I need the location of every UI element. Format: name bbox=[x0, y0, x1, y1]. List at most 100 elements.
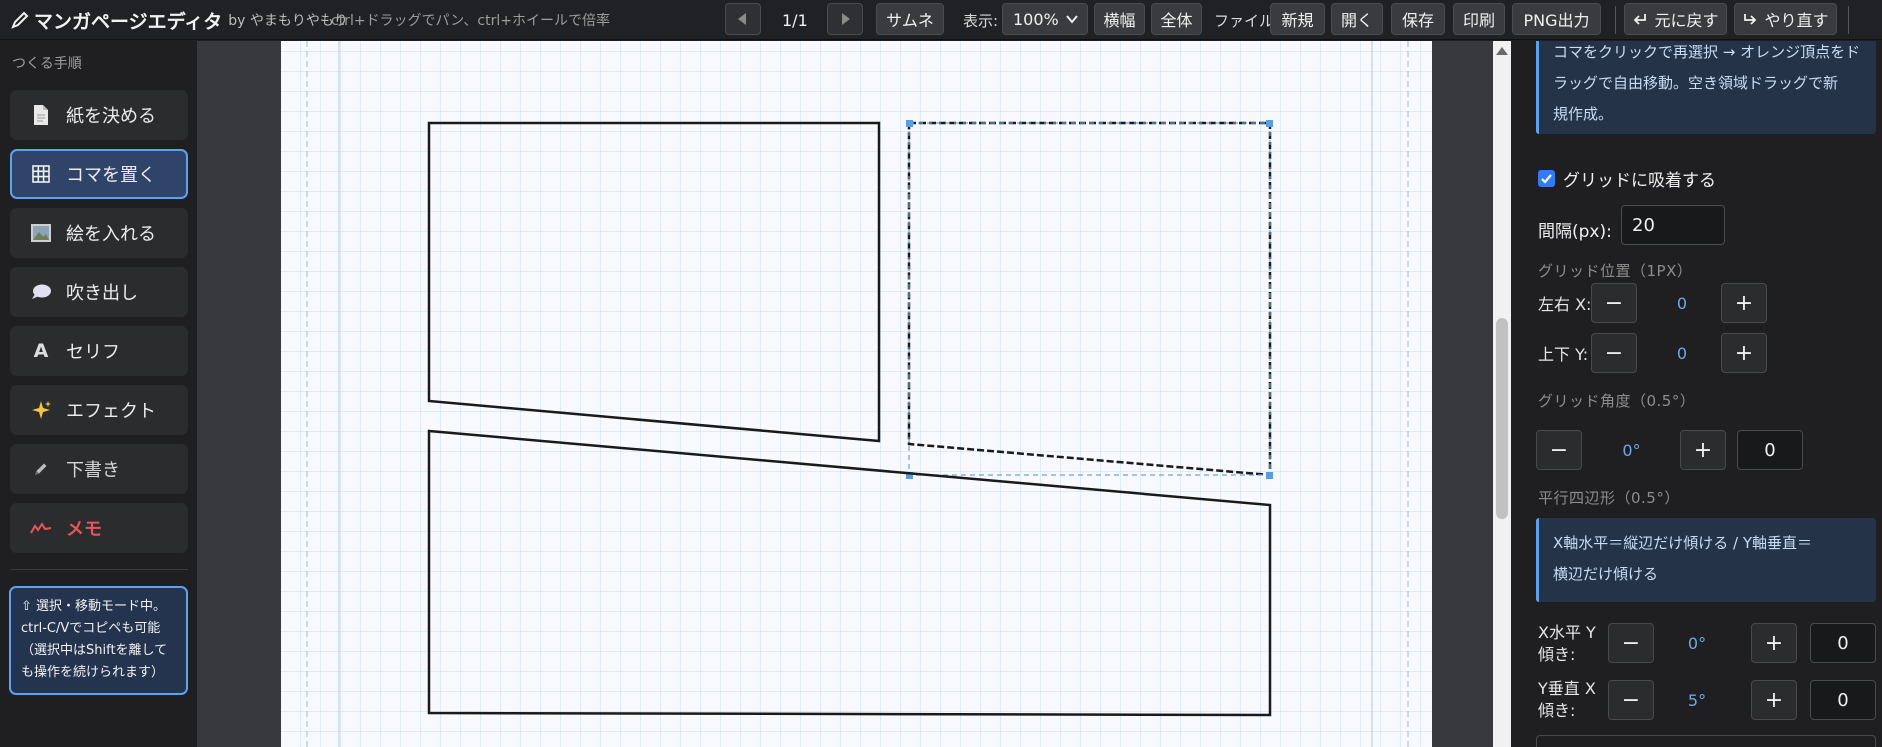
print-button[interactable]: 印刷 bbox=[1453, 3, 1505, 35]
grid-angle-heading: グリッド角度（0.5°） bbox=[1538, 392, 1696, 410]
mode-notice: ⇧ 選択・移動モード中。 ctrl-C/Vでコピペも可能 （選択中はShiftを… bbox=[9, 586, 188, 695]
redo-label: やり直す bbox=[1764, 11, 1829, 30]
next-page-button[interactable] bbox=[827, 3, 863, 35]
steps-heading: つくる手順 bbox=[12, 56, 82, 72]
pen-icon bbox=[11, 11, 29, 29]
step-label: エフェクト bbox=[66, 401, 156, 422]
undo-icon bbox=[1634, 14, 1647, 25]
fit-all-button[interactable]: 全体 bbox=[1151, 3, 1202, 35]
page-canvas[interactable] bbox=[197, 41, 1493, 747]
steps-sidebar: つくる手順 紙を決める コマを置く 絵を入れる 吹き出し A セリフ エフェクト bbox=[0, 41, 196, 747]
notice-line: （選択中はShiftを離して bbox=[21, 643, 168, 658]
toolbar-divider bbox=[1615, 6, 1616, 34]
x-tilt-input[interactable]: 0 bbox=[1810, 680, 1876, 720]
memo-scribble-icon bbox=[28, 515, 54, 541]
parallelogram-help: X軸水平＝縦辺だけ傾ける / Y軸垂直＝ 横辺だけ傾ける bbox=[1536, 518, 1876, 602]
properties-panel: コマをクリックで再選択 → オレンジ頂点をド ラッグで自由移動。空き領域ドラッグ… bbox=[1512, 41, 1882, 747]
top-toolbar: マンガページエディタ by やまもりやもり ctrl+ドラッグでパン、ctrl+… bbox=[0, 0, 1882, 40]
step-label: メモ bbox=[66, 519, 102, 540]
step-speech-bubbles[interactable]: 吹き出し bbox=[10, 267, 188, 317]
page-indicator: 1/1 bbox=[782, 10, 808, 30]
snap-to-grid-row[interactable]: グリッドに吸着する bbox=[1538, 166, 1716, 191]
sidebar-divider bbox=[10, 569, 188, 570]
notice-line: ctrl-C/Vでコピペも可能 bbox=[21, 621, 161, 636]
y-vertical-x-tilt-label: Y垂直 X 傾き: bbox=[1538, 678, 1596, 722]
step-effects[interactable]: エフェクト bbox=[10, 385, 188, 435]
label-line: 傾き: bbox=[1538, 701, 1576, 720]
open-file-button[interactable]: 開く bbox=[1331, 3, 1383, 35]
vertical-offset-decrease-button[interactable]: − bbox=[1591, 333, 1637, 373]
pencil-icon bbox=[28, 456, 54, 482]
snap-label: グリッドに吸着する bbox=[1563, 171, 1716, 191]
zoom-value: 100% bbox=[1013, 9, 1059, 29]
new-file-button[interactable]: 新規 bbox=[1270, 3, 1325, 35]
save-button[interactable]: 保存 bbox=[1391, 3, 1445, 35]
interval-input[interactable]: 20 bbox=[1621, 205, 1725, 245]
scroll-thumb[interactable] bbox=[1496, 318, 1508, 519]
step-label: 吹き出し bbox=[66, 283, 138, 304]
help-line: X軸水平＝縦辺だけ傾ける / Y軸垂直＝ bbox=[1553, 534, 1813, 552]
step-label: セリフ bbox=[66, 342, 120, 363]
selection-handle[interactable] bbox=[1266, 120, 1273, 127]
app-author: by やまもりやもり bbox=[228, 13, 348, 29]
redo-button[interactable]: やり直す bbox=[1734, 3, 1837, 35]
app-title: マンガページエディタ bbox=[34, 10, 223, 33]
text-icon: A bbox=[33, 340, 49, 362]
redo-icon bbox=[1744, 14, 1757, 25]
snap-checkbox[interactable] bbox=[1538, 170, 1555, 187]
step-panels[interactable]: コマを置く bbox=[10, 149, 188, 199]
label-line: Y垂直 X bbox=[1538, 679, 1596, 698]
notice-line: も操作を続けられます） bbox=[21, 665, 165, 680]
paper-icon bbox=[28, 102, 54, 128]
horizontal-offset-value: 0 bbox=[1676, 294, 1688, 313]
selection-handle[interactable] bbox=[1266, 472, 1273, 479]
y-tilt-decrease-button[interactable]: − bbox=[1608, 623, 1654, 663]
png-export-button[interactable]: PNG出力 bbox=[1512, 3, 1601, 35]
step-label: 下書き bbox=[66, 460, 120, 481]
scroll-up-arrow-icon[interactable] bbox=[1496, 47, 1508, 55]
x-tilt-increase-button[interactable]: + bbox=[1751, 680, 1797, 720]
undo-button[interactable]: 元に戻す bbox=[1624, 3, 1727, 35]
help-line: ラッグで自由移動。空き領域ドラッグで新 bbox=[1553, 74, 1839, 92]
y-tilt-increase-button[interactable]: + bbox=[1751, 623, 1797, 663]
triangle-left-icon bbox=[738, 13, 746, 25]
help-line: 規作成。 bbox=[1553, 105, 1614, 123]
grid-angle-decrease-button[interactable]: − bbox=[1536, 430, 1582, 470]
view-label: 表示: bbox=[963, 11, 999, 30]
fit-width-button[interactable]: 横幅 bbox=[1094, 3, 1145, 35]
help-line: コマをクリックで再選択 → オレンジ頂点をド bbox=[1553, 43, 1861, 61]
step-draft[interactable]: 下書き bbox=[10, 444, 188, 494]
triangle-right-icon bbox=[842, 13, 850, 25]
selection-handle[interactable] bbox=[906, 120, 913, 127]
vertical-offset-increase-button[interactable]: + bbox=[1721, 333, 1767, 373]
step-pictures[interactable]: 絵を入れる bbox=[10, 208, 188, 258]
step-label: 紙を決める bbox=[66, 106, 156, 127]
parallelogram-heading: 平行四辺形（0.5°） bbox=[1538, 489, 1680, 507]
label-line: X水平 Y bbox=[1538, 623, 1596, 642]
prev-page-button[interactable] bbox=[725, 3, 761, 35]
y-tilt-input[interactable]: 0 bbox=[1810, 623, 1876, 663]
step-dialogue[interactable]: A セリフ bbox=[10, 326, 188, 376]
canvas-scrollbar[interactable] bbox=[1493, 41, 1511, 747]
grid-angle-increase-button[interactable]: + bbox=[1680, 430, 1726, 470]
label-line: 傾き: bbox=[1538, 645, 1576, 664]
grid-icon bbox=[28, 161, 54, 187]
grid-angle-input[interactable]: 0 bbox=[1737, 430, 1803, 470]
step-paper[interactable]: 紙を決める bbox=[10, 90, 188, 140]
toolbar-divider bbox=[1848, 6, 1849, 34]
step-label: コマを置く bbox=[66, 165, 156, 186]
x-tilt-decrease-button[interactable]: − bbox=[1608, 680, 1654, 720]
horizontal-offset-decrease-button[interactable]: − bbox=[1591, 283, 1637, 323]
canvas-area[interactable] bbox=[197, 41, 1493, 747]
x-tilt-value: 5° bbox=[1687, 691, 1707, 710]
selection-help: コマをクリックで再選択 → オレンジ頂点をド ラッグで自由移動。空き領域ドラッグ… bbox=[1536, 41, 1876, 134]
step-memo[interactable]: メモ bbox=[10, 503, 188, 553]
picture-icon bbox=[28, 220, 54, 246]
next-control-partial[interactable] bbox=[1536, 735, 1876, 747]
thumbnails-button[interactable]: サムネ bbox=[876, 3, 944, 35]
vertical-offset-value: 0 bbox=[1676, 344, 1688, 363]
grid-position-heading: グリッド位置（1PX） bbox=[1538, 262, 1693, 280]
zoom-select[interactable]: 100% bbox=[1002, 3, 1088, 35]
x-horizontal-y-tilt-label: X水平 Y 傾き: bbox=[1538, 622, 1596, 666]
horizontal-offset-increase-button[interactable]: + bbox=[1721, 283, 1767, 323]
